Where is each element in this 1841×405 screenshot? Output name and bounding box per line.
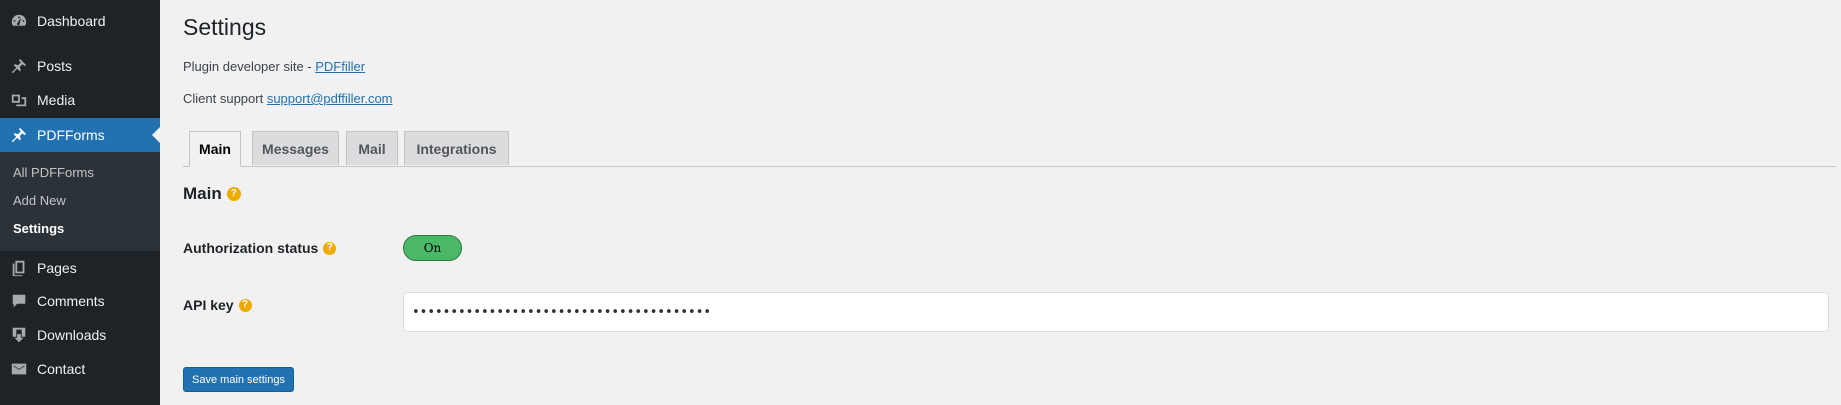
submenu-item-add-new[interactable]: Add New bbox=[13, 193, 66, 208]
sidebar-item-label: Contact bbox=[37, 361, 86, 377]
mail-icon bbox=[9, 359, 29, 379]
sidebar-item-downloads[interactable]: Downloads bbox=[0, 318, 160, 352]
pdfforms-submenu: All PDFForms Add New Settings bbox=[0, 152, 160, 251]
page-title: Settings bbox=[183, 14, 267, 40]
authorization-toggle[interactable]: On bbox=[403, 235, 462, 261]
sidebar-item-media[interactable]: Media bbox=[0, 83, 160, 117]
submenu-item-all-pdfforms[interactable]: All PDFForms bbox=[13, 165, 94, 180]
section-title: Main ? bbox=[183, 184, 241, 204]
sidebar-item-label: Dashboard bbox=[37, 13, 106, 29]
download-icon bbox=[9, 325, 29, 345]
help-icon[interactable]: ? bbox=[323, 241, 337, 255]
active-indicator bbox=[152, 127, 160, 143]
sidebar-item-contact[interactable]: Contact bbox=[0, 352, 160, 386]
client-support-label: Client support bbox=[183, 91, 267, 106]
help-icon[interactable]: ? bbox=[226, 187, 241, 201]
tab-main[interactable]: Main bbox=[189, 131, 241, 167]
sidebar-item-label: Pages bbox=[37, 260, 77, 276]
help-icon[interactable]: ? bbox=[238, 298, 252, 312]
sidebar-item-dashboard[interactable]: Dashboard bbox=[0, 4, 160, 38]
developer-site-line: Plugin developer site - PDFfiller bbox=[183, 59, 365, 74]
section-title-text: Main bbox=[183, 184, 222, 203]
api-key-text: API key bbox=[183, 297, 234, 313]
sidebar-item-label: Media bbox=[37, 92, 76, 108]
comment-icon bbox=[9, 291, 29, 311]
pdffiller-link[interactable]: PDFfiller bbox=[315, 59, 365, 74]
tab-messages[interactable]: Messages bbox=[252, 131, 339, 165]
dashboard-icon bbox=[9, 11, 29, 31]
support-email-link[interactable]: support@pdffiller.com bbox=[267, 91, 393, 106]
client-support-line: Client support support@pdffiller.com bbox=[183, 91, 393, 106]
save-main-settings-button[interactable]: Save main settings bbox=[183, 367, 294, 392]
sidebar-item-label: Downloads bbox=[37, 327, 107, 343]
api-key-input[interactable] bbox=[403, 292, 1829, 332]
pages-icon bbox=[9, 258, 29, 278]
authorization-status-label: Authorization status ? bbox=[183, 240, 337, 256]
authorization-status-text: Authorization status bbox=[183, 240, 319, 256]
api-key-label: API key ? bbox=[183, 297, 252, 313]
sidebar-item-label: Posts bbox=[37, 58, 73, 74]
sidebar-item-comments[interactable]: Comments bbox=[0, 284, 160, 318]
sidebar-item-pdfforms[interactable]: PDFForms bbox=[0, 118, 160, 152]
admin-sidebar: Dashboard Posts Media PDFForms All PDFFo… bbox=[0, 0, 160, 405]
sidebar-item-label: PDFForms bbox=[37, 127, 105, 143]
sidebar-item-posts[interactable]: Posts bbox=[0, 49, 160, 83]
toggle-label: On bbox=[423, 241, 442, 255]
settings-tabs: Main Messages Mail Integrations bbox=[183, 130, 1836, 167]
pin-icon bbox=[9, 56, 29, 76]
tab-integrations[interactable]: Integrations bbox=[404, 131, 509, 165]
developer-site-label: Plugin developer site - bbox=[183, 59, 316, 74]
tab-mail[interactable]: Mail bbox=[346, 131, 398, 165]
media-icon bbox=[9, 90, 29, 110]
submenu-item-settings[interactable]: Settings bbox=[13, 221, 64, 236]
sidebar-item-pages[interactable]: Pages bbox=[0, 251, 160, 285]
sidebar-item-label: Comments bbox=[37, 293, 105, 309]
pin-icon bbox=[9, 125, 29, 145]
